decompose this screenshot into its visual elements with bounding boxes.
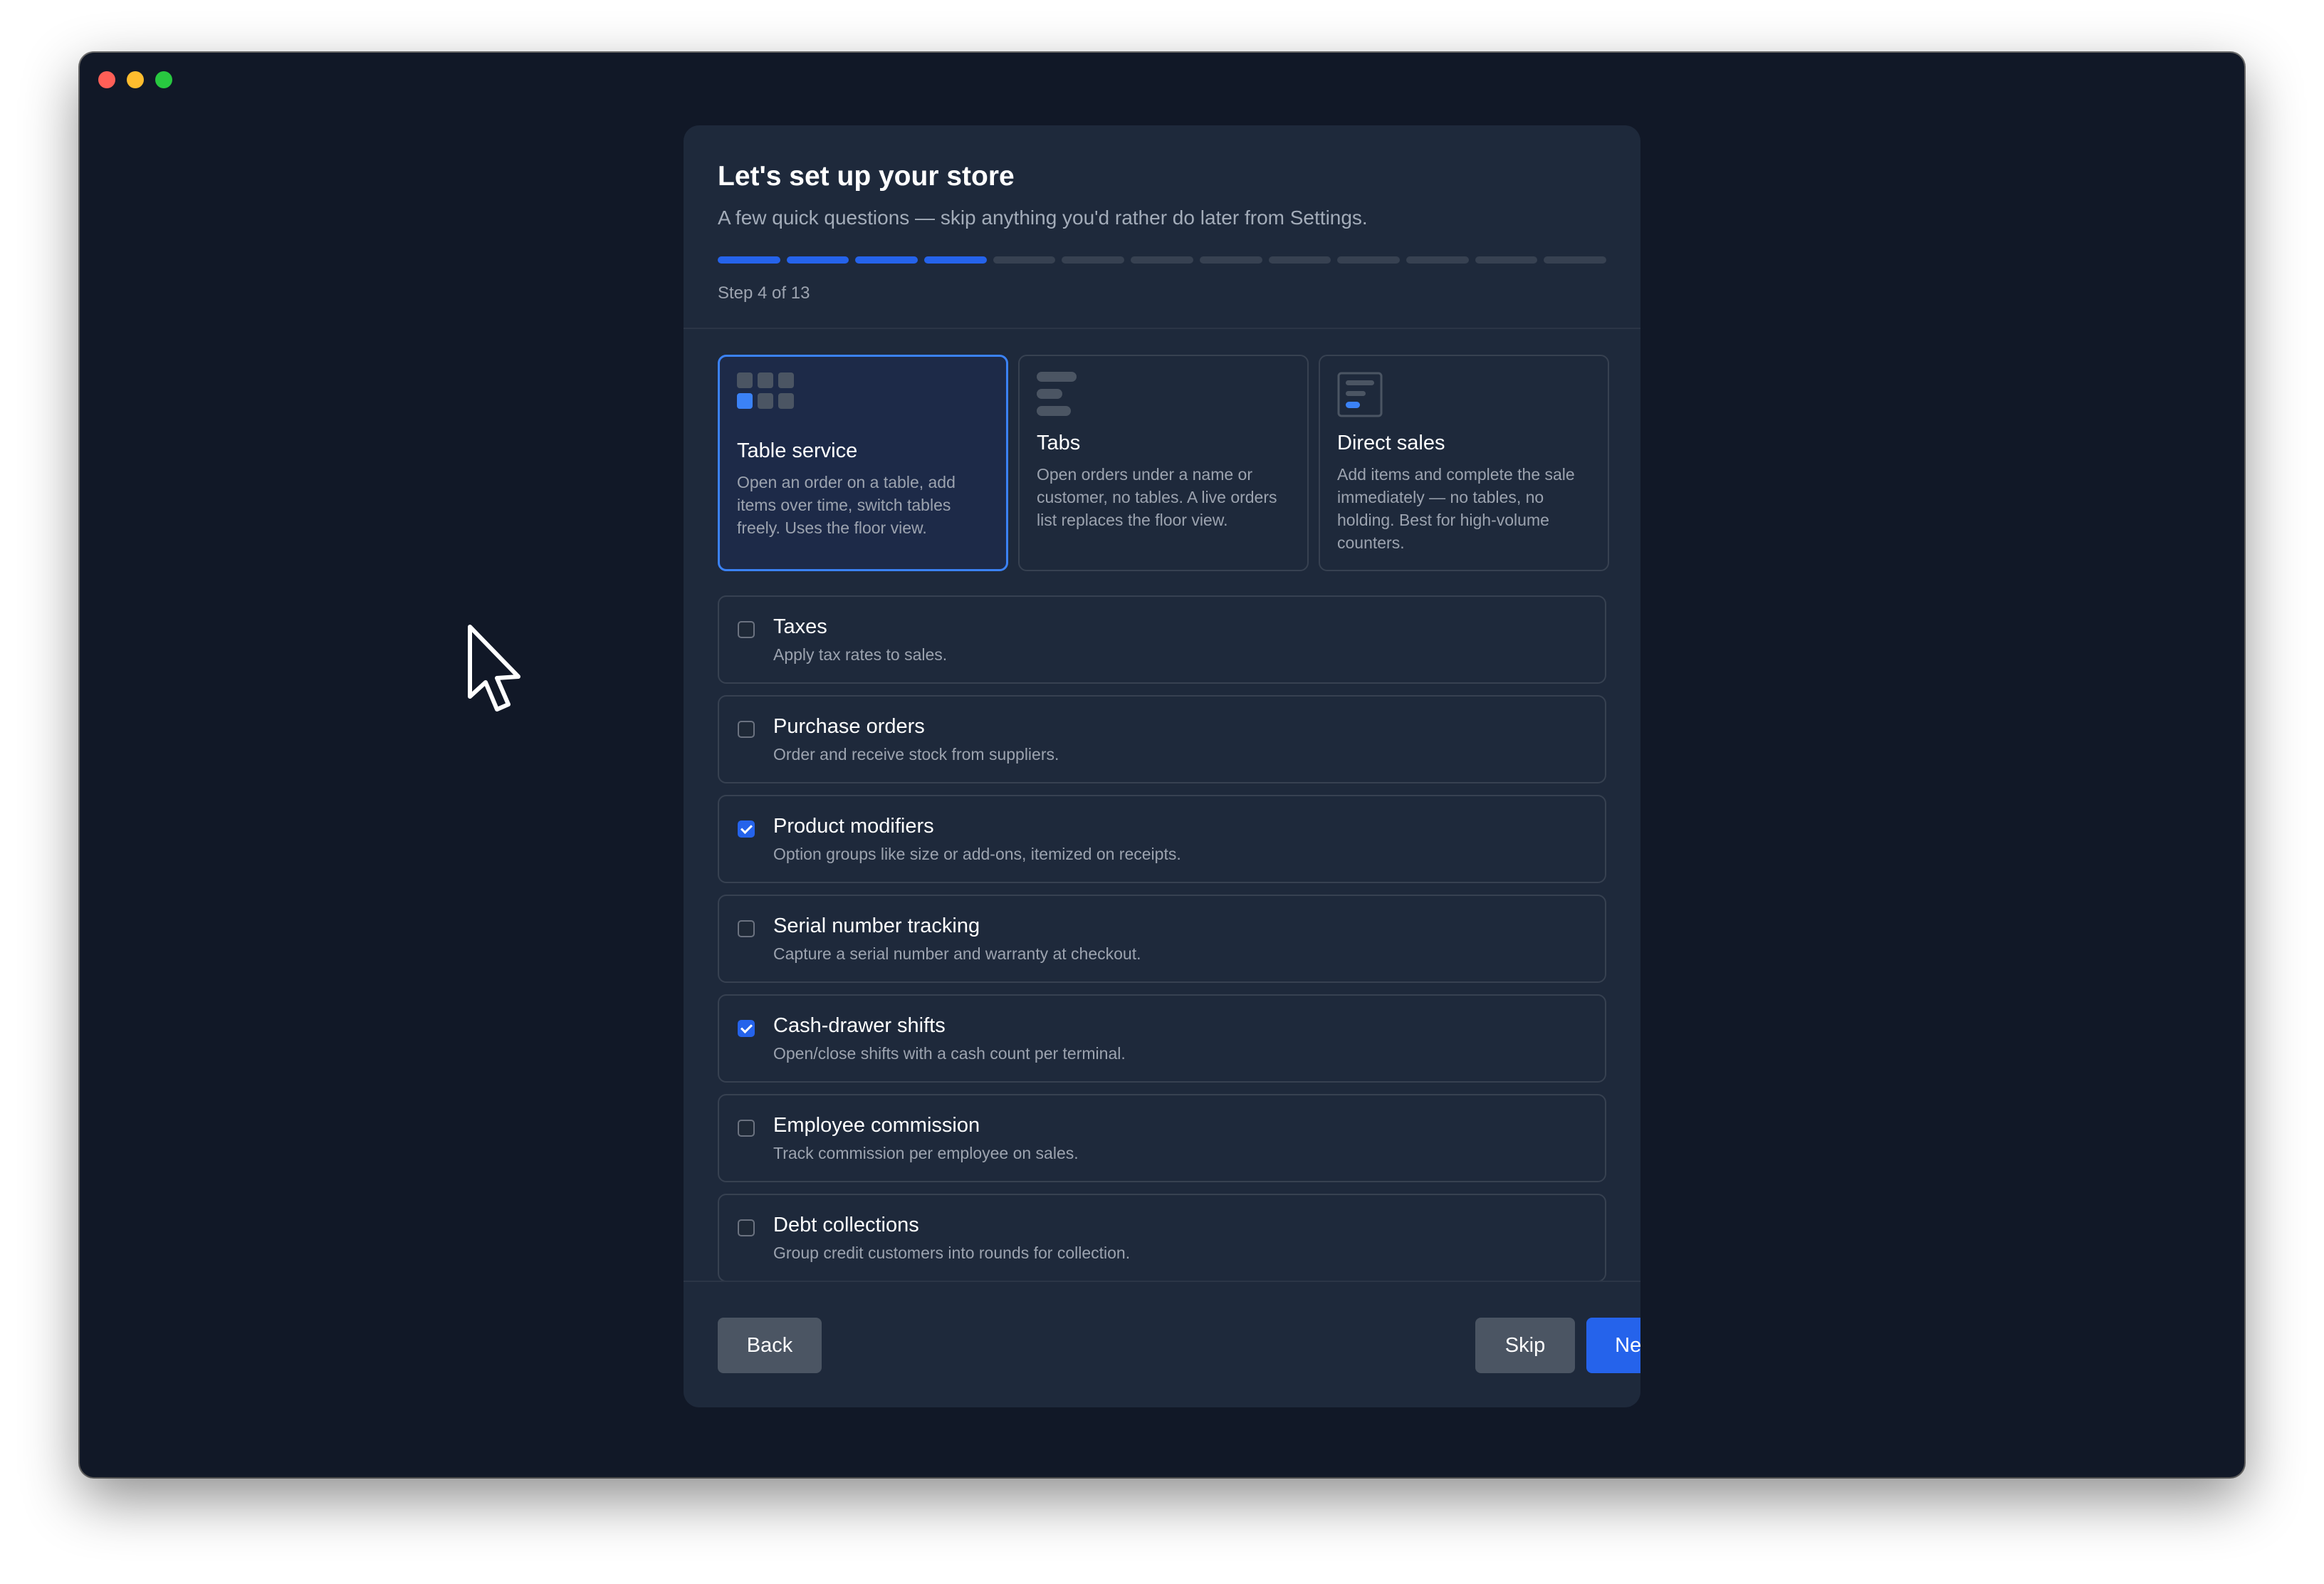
option-product-modifiers[interactable]: Product modifiers Option groups like siz… xyxy=(718,795,1606,883)
option-purchase-orders[interactable]: Purchase orders Order and receive stock … xyxy=(718,695,1606,783)
option-title: Employee commission xyxy=(773,1114,980,1137)
option-title: Serial number tracking xyxy=(773,915,980,937)
option-title: Taxes xyxy=(773,615,827,638)
close-window-button[interactable] xyxy=(98,71,115,88)
checkbox[interactable] xyxy=(738,1120,755,1137)
checkbox[interactable] xyxy=(738,920,755,937)
maximize-window-button[interactable] xyxy=(155,71,172,88)
progress-segment xyxy=(1337,256,1400,264)
back-button[interactable]: Back xyxy=(718,1318,822,1373)
mode-description: Add items and complete the sale immediat… xyxy=(1337,465,1575,552)
checkbox[interactable] xyxy=(738,721,755,738)
page-title: Let's set up your store xyxy=(718,161,1015,192)
progress-segment xyxy=(1544,256,1606,264)
service-mode-selector: Table service Open an order on a table, … xyxy=(718,355,1609,571)
progress-segment xyxy=(855,256,918,264)
progress-segment xyxy=(1199,256,1262,264)
checkbox[interactable] xyxy=(738,1020,755,1037)
mouse-pointer-icon xyxy=(468,625,520,712)
mode-title: Table service xyxy=(737,439,858,462)
mode-title: Direct sales xyxy=(1337,432,1445,454)
step-counter: Step 4 of 13 xyxy=(718,283,810,303)
checkbox[interactable] xyxy=(738,1219,755,1236)
mode-card-table-service[interactable]: Table service Open an order on a table, … xyxy=(718,355,1008,571)
page-subtitle: A few quick questions — skip anything yo… xyxy=(718,207,1368,229)
progress-segment xyxy=(1268,256,1331,264)
checkbox[interactable] xyxy=(738,820,755,838)
progress-segment xyxy=(1475,256,1538,264)
app-window: Let's set up your store A few quick ques… xyxy=(80,53,2244,1477)
option-employee-commission[interactable]: Employee commission Track commission per… xyxy=(718,1094,1606,1182)
progress-segment xyxy=(924,256,987,264)
mode-description: Open orders under a name or customer, no… xyxy=(1037,465,1277,529)
wizard-header: Let's set up your store A few quick ques… xyxy=(684,125,1640,329)
option-description: Order and receive stock from suppliers. xyxy=(773,745,1059,764)
feature-options-list: Taxes Apply tax rates to sales. Purchase… xyxy=(718,595,1606,1293)
option-description: Apply tax rates to sales. xyxy=(773,645,948,664)
mode-card-tabs[interactable]: Tabs Open orders under a name or custome… xyxy=(1018,355,1309,571)
option-cash-drawer-shifts[interactable]: Cash-drawer shifts Open/close shifts wit… xyxy=(718,994,1606,1083)
receipt-icon xyxy=(1337,372,1383,417)
tabs-list-icon xyxy=(1037,372,1077,416)
option-title: Purchase orders xyxy=(773,715,925,738)
skip-button[interactable]: Skip xyxy=(1475,1318,1575,1373)
progress-segment xyxy=(1062,256,1125,264)
option-title: Debt collections xyxy=(773,1214,919,1236)
progress-segment xyxy=(786,256,849,264)
option-description: Open/close shifts with a cash count per … xyxy=(773,1044,1126,1063)
option-title: Cash-drawer shifts xyxy=(773,1014,946,1037)
setup-wizard-card: Let's set up your store A few quick ques… xyxy=(684,125,1640,1407)
progress-segment xyxy=(718,256,780,264)
progress-segment xyxy=(993,256,1056,264)
option-serial-number-tracking[interactable]: Serial number tracking Capture a serial … xyxy=(718,895,1606,983)
option-description: Track commission per employee on sales. xyxy=(773,1144,1079,1162)
option-description: Group credit customers into rounds for c… xyxy=(773,1244,1131,1262)
wizard-footer: Back Skip Next xyxy=(684,1281,1640,1407)
mode-card-direct-sales[interactable]: Direct sales Add items and complete the … xyxy=(1319,355,1609,571)
table-grid-icon xyxy=(737,372,794,409)
step-progress-bar xyxy=(718,256,1606,264)
option-taxes[interactable]: Taxes Apply tax rates to sales. xyxy=(718,595,1606,684)
option-description: Option groups like size or add-ons, item… xyxy=(773,845,1181,863)
mode-description: Open an order on a table, add items over… xyxy=(737,473,956,537)
progress-segment xyxy=(1131,256,1193,264)
mode-title: Tabs xyxy=(1037,432,1081,454)
option-title: Product modifiers xyxy=(773,815,934,838)
progress-segment xyxy=(1406,256,1469,264)
option-debt-collections[interactable]: Debt collections Group credit customers … xyxy=(718,1194,1606,1282)
option-description: Capture a serial number and warranty at … xyxy=(773,944,1141,963)
minimize-window-button[interactable] xyxy=(127,71,144,88)
next-button[interactable]: Next xyxy=(1586,1318,1640,1373)
checkbox[interactable] xyxy=(738,621,755,638)
